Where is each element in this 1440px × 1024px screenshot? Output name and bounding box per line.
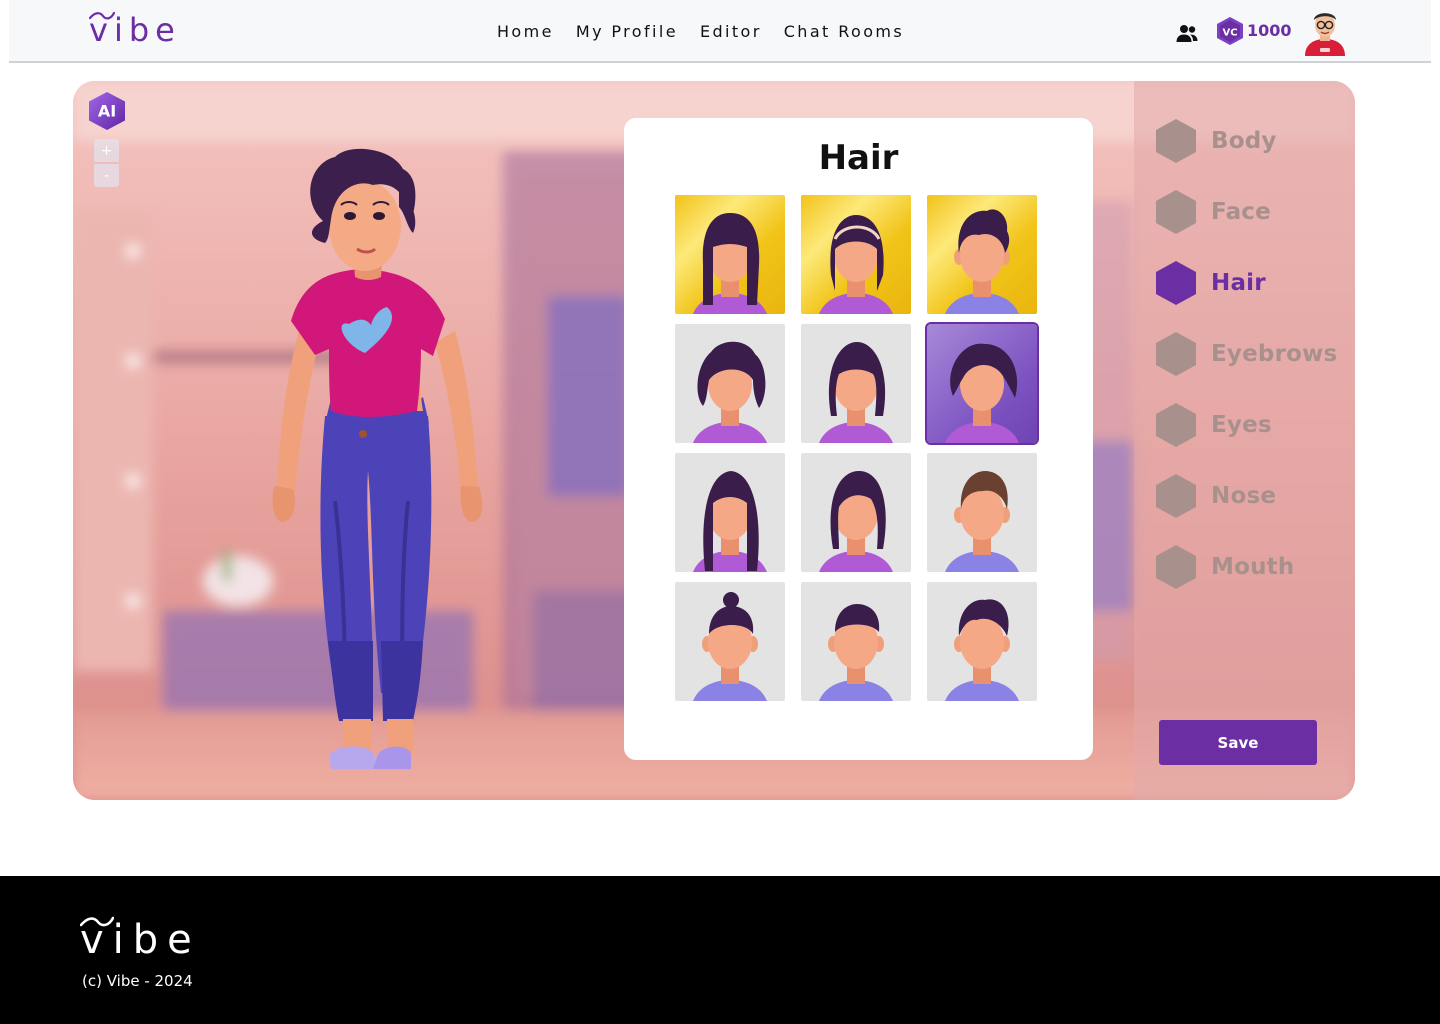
nav-home[interactable]: Home xyxy=(497,22,554,41)
hair-option-long-bangs[interactable] xyxy=(675,195,785,314)
category-face[interactable]: Face xyxy=(1155,189,1271,235)
hair-option-long-straight[interactable] xyxy=(675,453,785,572)
nav-editor[interactable]: Editor xyxy=(700,22,762,41)
hair-thumbnail xyxy=(693,592,767,701)
page-footer: vibe (c) Vibe - 2024 xyxy=(0,876,1440,1024)
category-body[interactable]: Body xyxy=(1155,118,1277,164)
hair-thumbnail xyxy=(945,471,1019,572)
category-label: Hair xyxy=(1211,270,1266,296)
friends-icon[interactable] xyxy=(1175,22,1199,46)
hair-options-panel: Hair xyxy=(624,118,1093,760)
hair-thumbnail xyxy=(693,341,767,443)
hair-option-wavy-short[interactable] xyxy=(925,322,1039,445)
category-label: Mouth xyxy=(1211,554,1295,580)
hair-thumbnail xyxy=(819,604,893,701)
hair-grid xyxy=(675,195,1039,701)
hair-option-headband-bob[interactable] xyxy=(801,195,911,314)
hair-thumbnail xyxy=(693,471,767,572)
hexagon-icon xyxy=(1156,474,1196,518)
user-avatar[interactable] xyxy=(1302,8,1348,56)
hair-option-straight-bob[interactable] xyxy=(801,324,911,443)
hexagon-icon xyxy=(1156,545,1196,589)
top-navbar: vibe Home My Profile Editor Chat Rooms V… xyxy=(9,0,1431,63)
coin-badge-text: VC xyxy=(1222,28,1237,39)
hair-thumbnail xyxy=(693,213,767,314)
hexagon-icon xyxy=(1156,119,1196,163)
panel-title: Hair xyxy=(818,138,899,178)
category-eyes[interactable]: Eyes xyxy=(1155,402,1272,448)
category-hair[interactable]: Hair xyxy=(1155,260,1266,306)
brand-logo[interactable]: vibe xyxy=(89,10,181,50)
zoom-in-button[interactable]: + xyxy=(94,139,119,162)
zoom-out-button[interactable]: - xyxy=(94,164,119,187)
hair-option-short-brown[interactable] xyxy=(927,453,1037,572)
category-eyebrows[interactable]: Eyebrows xyxy=(1155,331,1337,377)
hair-thumbnail xyxy=(819,215,893,314)
category-label: Body xyxy=(1211,128,1277,154)
logo-swoosh-icon xyxy=(89,11,115,20)
hair-thumbnail xyxy=(819,342,893,443)
coin-balance: 1000 xyxy=(1247,21,1292,40)
hair-thumbnail xyxy=(945,209,1019,314)
hair-option-man-bun[interactable] xyxy=(675,582,785,701)
hair-option-buzz-fade[interactable] xyxy=(801,582,911,701)
hexagon-icon xyxy=(1156,403,1196,447)
hair-option-textured-crop[interactable] xyxy=(927,582,1037,701)
main-nav: Home My Profile Editor Chat Rooms xyxy=(497,22,904,41)
logo-swoosh-icon xyxy=(80,916,114,927)
category-sidebar: Body Face Hair Eyebrows Eyes Nose Mouth … xyxy=(1134,81,1355,800)
hair-option-curly-bob[interactable] xyxy=(675,324,785,443)
hair-option-side-part-bob[interactable] xyxy=(801,453,911,572)
ai-assist-icon[interactable]: AI xyxy=(88,91,126,131)
hair-thumbnail xyxy=(819,471,893,572)
footer-logo[interactable]: vibe xyxy=(80,916,201,962)
category-nose[interactable]: Nose xyxy=(1155,473,1276,519)
category-mouth[interactable]: Mouth xyxy=(1155,544,1294,590)
save-button[interactable]: Save xyxy=(1159,720,1317,765)
avatar-editor: AI + - Hair Body Face Hair Eyebrows Eyes… xyxy=(73,81,1355,800)
ai-badge-text: AI xyxy=(98,102,116,121)
vibe-coin-icon: VC xyxy=(1217,17,1243,45)
copyright-text: (c) Vibe - 2024 xyxy=(82,972,193,990)
hair-shape xyxy=(723,592,739,608)
category-label: Eyes xyxy=(1211,412,1272,438)
hair-thumbnail xyxy=(945,599,1019,701)
hexagon-icon xyxy=(1156,332,1196,376)
nav-right: VC 1000 xyxy=(1175,8,1345,56)
hexagon-icon xyxy=(1156,190,1196,234)
category-label: Nose xyxy=(1211,483,1277,509)
nav-my-profile[interactable]: My Profile xyxy=(576,22,678,41)
hair-thumbnail xyxy=(945,343,1019,443)
category-label: Face xyxy=(1211,199,1271,225)
nav-chat-rooms[interactable]: Chat Rooms xyxy=(784,22,904,41)
hexagon-icon xyxy=(1156,261,1196,305)
hair-option-short-male[interactable] xyxy=(927,195,1037,314)
category-label: Eyebrows xyxy=(1211,341,1338,367)
